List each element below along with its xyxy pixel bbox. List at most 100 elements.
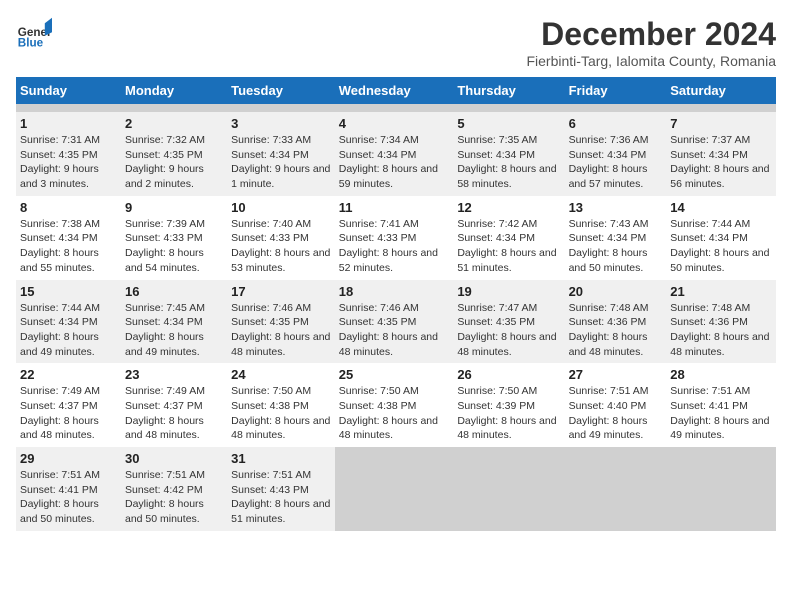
table-row: 4 Sunrise: 7:34 AMSunset: 4:34 PMDayligh… [335, 112, 454, 196]
table-row [453, 447, 564, 531]
table-row [335, 447, 454, 531]
table-row: 23 Sunrise: 7:49 AMSunset: 4:37 PMDaylig… [121, 363, 227, 447]
table-row [453, 104, 564, 112]
table-row [16, 104, 121, 112]
day-number: 15 [20, 284, 117, 299]
day-info: Sunrise: 7:35 AMSunset: 4:34 PMDaylight:… [457, 134, 556, 190]
table-row: 22 Sunrise: 7:49 AMSunset: 4:37 PMDaylig… [16, 363, 121, 447]
table-row: 10 Sunrise: 7:40 AMSunset: 4:33 PMDaylig… [227, 196, 335, 280]
day-info: Sunrise: 7:33 AMSunset: 4:34 PMDaylight:… [231, 134, 330, 190]
day-info: Sunrise: 7:31 AMSunset: 4:35 PMDaylight:… [20, 134, 100, 190]
table-row: 12 Sunrise: 7:42 AMSunset: 4:34 PMDaylig… [453, 196, 564, 280]
day-info: Sunrise: 7:44 AMSunset: 4:34 PMDaylight:… [20, 302, 100, 358]
day-number: 3 [231, 116, 331, 131]
day-info: Sunrise: 7:51 AMSunset: 4:41 PMDaylight:… [670, 385, 769, 441]
day-info: Sunrise: 7:34 AMSunset: 4:34 PMDaylight:… [339, 134, 438, 190]
logo-icon: General Blue [16, 16, 52, 52]
day-number: 29 [20, 451, 117, 466]
day-number: 8 [20, 200, 117, 215]
calendar-week-row: 15 Sunrise: 7:44 AMSunset: 4:34 PMDaylig… [16, 280, 776, 364]
day-number: 19 [457, 284, 560, 299]
table-row [565, 447, 667, 531]
day-info: Sunrise: 7:45 AMSunset: 4:34 PMDaylight:… [125, 302, 205, 358]
day-info: Sunrise: 7:46 AMSunset: 4:35 PMDaylight:… [339, 302, 438, 358]
header-tuesday: Tuesday [227, 77, 335, 104]
logo: General Blue [16, 16, 52, 52]
table-row: 17 Sunrise: 7:46 AMSunset: 4:35 PMDaylig… [227, 280, 335, 364]
day-number: 30 [125, 451, 223, 466]
calendar-week-row [16, 104, 776, 112]
day-number: 28 [670, 367, 772, 382]
day-info: Sunrise: 7:37 AMSunset: 4:34 PMDaylight:… [670, 134, 769, 190]
table-row: 15 Sunrise: 7:44 AMSunset: 4:34 PMDaylig… [16, 280, 121, 364]
table-row: 14 Sunrise: 7:44 AMSunset: 4:34 PMDaylig… [666, 196, 776, 280]
day-number: 10 [231, 200, 331, 215]
table-row: 13 Sunrise: 7:43 AMSunset: 4:34 PMDaylig… [565, 196, 667, 280]
table-row [666, 447, 776, 531]
day-number: 25 [339, 367, 450, 382]
day-number: 23 [125, 367, 223, 382]
table-row: 9 Sunrise: 7:39 AMSunset: 4:33 PMDayligh… [121, 196, 227, 280]
day-info: Sunrise: 7:51 AMSunset: 4:42 PMDaylight:… [125, 469, 205, 525]
day-info: Sunrise: 7:39 AMSunset: 4:33 PMDaylight:… [125, 218, 205, 274]
table-row [666, 104, 776, 112]
day-info: Sunrise: 7:49 AMSunset: 4:37 PMDaylight:… [125, 385, 205, 441]
day-info: Sunrise: 7:50 AMSunset: 4:38 PMDaylight:… [231, 385, 330, 441]
header-friday: Friday [565, 77, 667, 104]
day-info: Sunrise: 7:46 AMSunset: 4:35 PMDaylight:… [231, 302, 330, 358]
table-row: 28 Sunrise: 7:51 AMSunset: 4:41 PMDaylig… [666, 363, 776, 447]
day-info: Sunrise: 7:51 AMSunset: 4:40 PMDaylight:… [569, 385, 649, 441]
day-number: 26 [457, 367, 560, 382]
table-row: 16 Sunrise: 7:45 AMSunset: 4:34 PMDaylig… [121, 280, 227, 364]
day-info: Sunrise: 7:36 AMSunset: 4:34 PMDaylight:… [569, 134, 649, 190]
day-info: Sunrise: 7:51 AMSunset: 4:41 PMDaylight:… [20, 469, 100, 525]
table-row: 1 Sunrise: 7:31 AMSunset: 4:35 PMDayligh… [16, 112, 121, 196]
day-number: 5 [457, 116, 560, 131]
day-info: Sunrise: 7:44 AMSunset: 4:34 PMDaylight:… [670, 218, 769, 274]
calendar-table: Sunday Monday Tuesday Wednesday Thursday… [16, 77, 776, 531]
day-number: 22 [20, 367, 117, 382]
day-info: Sunrise: 7:51 AMSunset: 4:43 PMDaylight:… [231, 469, 330, 525]
title-area: December 2024 Fierbinti-Targ, Ialomita C… [526, 16, 776, 69]
day-number: 4 [339, 116, 450, 131]
calendar-week-row: 8 Sunrise: 7:38 AMSunset: 4:34 PMDayligh… [16, 196, 776, 280]
table-row [565, 104, 667, 112]
table-row: 5 Sunrise: 7:35 AMSunset: 4:34 PMDayligh… [453, 112, 564, 196]
day-number: 20 [569, 284, 663, 299]
day-info: Sunrise: 7:47 AMSunset: 4:35 PMDaylight:… [457, 302, 556, 358]
table-row [335, 104, 454, 112]
day-number: 2 [125, 116, 223, 131]
table-row: 21 Sunrise: 7:48 AMSunset: 4:36 PMDaylig… [666, 280, 776, 364]
calendar-week-row: 22 Sunrise: 7:49 AMSunset: 4:37 PMDaylig… [16, 363, 776, 447]
day-info: Sunrise: 7:38 AMSunset: 4:34 PMDaylight:… [20, 218, 100, 274]
header-thursday: Thursday [453, 77, 564, 104]
day-number: 7 [670, 116, 772, 131]
header-saturday: Saturday [666, 77, 776, 104]
header-sunday: Sunday [16, 77, 121, 104]
day-number: 21 [670, 284, 772, 299]
table-row: 29 Sunrise: 7:51 AMSunset: 4:41 PMDaylig… [16, 447, 121, 531]
day-info: Sunrise: 7:41 AMSunset: 4:33 PMDaylight:… [339, 218, 438, 274]
table-row: 25 Sunrise: 7:50 AMSunset: 4:38 PMDaylig… [335, 363, 454, 447]
day-info: Sunrise: 7:32 AMSunset: 4:35 PMDaylight:… [125, 134, 205, 190]
svg-text:Blue: Blue [18, 37, 44, 50]
table-row: 18 Sunrise: 7:46 AMSunset: 4:35 PMDaylig… [335, 280, 454, 364]
calendar-week-row: 29 Sunrise: 7:51 AMSunset: 4:41 PMDaylig… [16, 447, 776, 531]
header-monday: Monday [121, 77, 227, 104]
day-number: 17 [231, 284, 331, 299]
table-row [121, 104, 227, 112]
day-number: 13 [569, 200, 663, 215]
day-number: 1 [20, 116, 117, 131]
table-row: 31 Sunrise: 7:51 AMSunset: 4:43 PMDaylig… [227, 447, 335, 531]
day-info: Sunrise: 7:48 AMSunset: 4:36 PMDaylight:… [569, 302, 649, 358]
day-number: 6 [569, 116, 663, 131]
day-info: Sunrise: 7:43 AMSunset: 4:34 PMDaylight:… [569, 218, 649, 274]
table-row: 20 Sunrise: 7:48 AMSunset: 4:36 PMDaylig… [565, 280, 667, 364]
day-number: 27 [569, 367, 663, 382]
calendar-week-row: 1 Sunrise: 7:31 AMSunset: 4:35 PMDayligh… [16, 112, 776, 196]
day-number: 16 [125, 284, 223, 299]
table-row: 6 Sunrise: 7:36 AMSunset: 4:34 PMDayligh… [565, 112, 667, 196]
calendar-header-row: Sunday Monday Tuesday Wednesday Thursday… [16, 77, 776, 104]
day-info: Sunrise: 7:48 AMSunset: 4:36 PMDaylight:… [670, 302, 769, 358]
table-row: 24 Sunrise: 7:50 AMSunset: 4:38 PMDaylig… [227, 363, 335, 447]
